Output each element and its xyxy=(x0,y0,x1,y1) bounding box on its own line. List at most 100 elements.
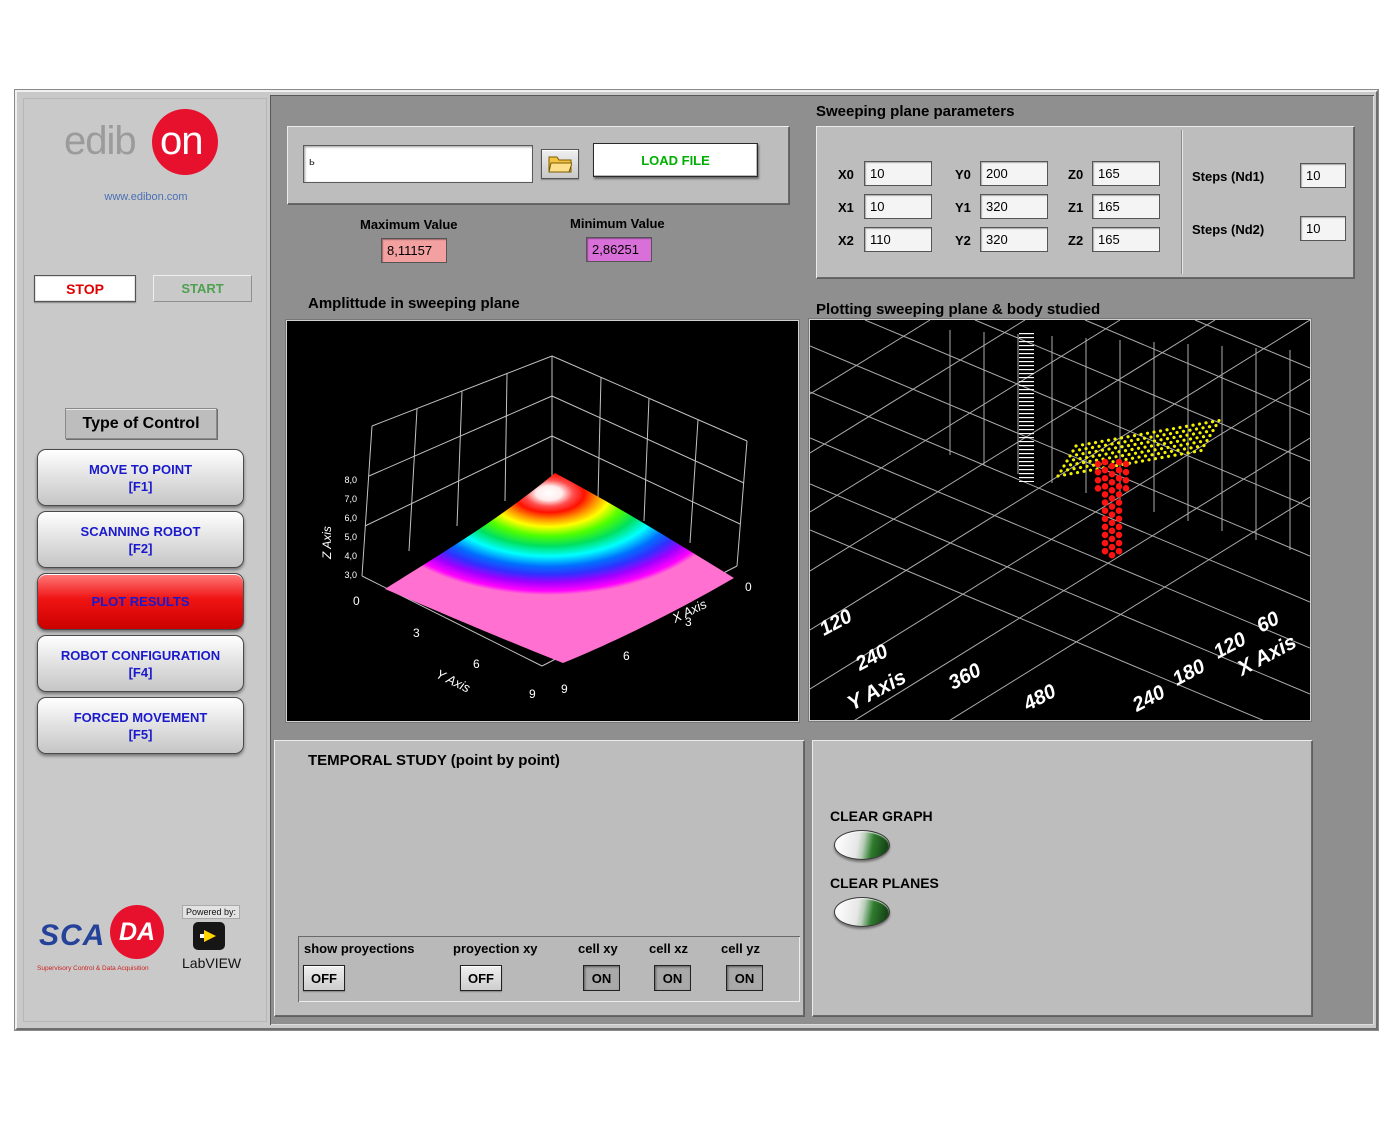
edibon-logo-text-on: on xyxy=(160,119,203,164)
param-z2-input[interactable] xyxy=(1092,227,1160,252)
svg-text:7,0: 7,0 xyxy=(344,494,357,504)
start-button[interactable]: START xyxy=(153,275,252,302)
cell-xy-toggle[interactable]: ON xyxy=(583,965,620,991)
edibon-logo: edib on xyxy=(24,109,268,189)
svg-text:180: 180 xyxy=(1169,655,1209,690)
labview-logo-icon xyxy=(192,921,226,951)
labview-logo xyxy=(192,921,226,951)
clear-graph-label: CLEAR GRAPH xyxy=(830,808,933,824)
temporal-study-panel: TEMPORAL STUDY (point by point) show pro… xyxy=(274,740,804,1016)
plotting-plot-panel[interactable]: 120 240 360 480 Y Axis 60 120 180 240 X … xyxy=(810,320,1310,720)
show-proyections-toggle[interactable]: OFF xyxy=(303,965,345,991)
plotting-plot-title: Plotting sweeping plane & body studied xyxy=(816,301,1100,318)
button-key: [F4] xyxy=(129,665,153,680)
type-of-control-label: Type of Control xyxy=(65,408,217,439)
svg-text:Y Axis: Y Axis xyxy=(844,666,910,716)
sidebar: edib on www.edibon.com STOP START Type o… xyxy=(23,98,267,1022)
clear-planes-label: CLEAR PLANES xyxy=(830,875,939,891)
scada-logo-text: SCA xyxy=(39,919,105,953)
sweep-params-panel: X0 Y0 Z0 X1 Y1 Z1 X2 Y2 Z2 Steps (Nd1) S… xyxy=(816,126,1354,278)
stop-button[interactable]: STOP xyxy=(34,275,136,302)
svg-text:60: 60 xyxy=(1253,608,1283,638)
minimum-value-readout: 2,86251 xyxy=(586,237,652,262)
param-x0-label: X0 xyxy=(838,167,854,182)
svg-text:5,0: 5,0 xyxy=(344,532,357,542)
svg-text:3,0: 3,0 xyxy=(344,570,357,580)
svg-text:120: 120 xyxy=(816,605,856,640)
svg-text:240: 240 xyxy=(851,640,892,676)
scada-branding: SCA DA Supervisory Control & Data Acquis… xyxy=(24,899,268,1014)
param-x1-input[interactable] xyxy=(864,194,932,219)
svg-text:3: 3 xyxy=(413,626,420,640)
param-z2-label: Z2 xyxy=(1068,233,1083,248)
proyection-xy-toggle[interactable]: OFF xyxy=(460,965,502,991)
param-x1-label: X1 xyxy=(838,200,854,215)
svg-text:9: 9 xyxy=(529,687,536,701)
plot-actions-panel: CLEAR GRAPH CLEAR PLANES xyxy=(812,740,1312,1016)
svg-text:480: 480 xyxy=(1019,680,1060,716)
main-content: ь LOAD FILE Maximum Value 8,11157 Minimu… xyxy=(270,95,1374,1025)
button-label: FORCED MOVEMENT xyxy=(74,710,208,725)
toggle-strip: show proyections OFF proyection xy OFF c… xyxy=(298,936,800,1002)
svg-text:240: 240 xyxy=(1128,681,1169,717)
param-y2-label: Y2 xyxy=(955,233,971,248)
temporal-study-title: TEMPORAL STUDY (point by point) xyxy=(308,752,560,769)
cell-xz-toggle[interactable]: ON xyxy=(654,965,691,991)
steps-nd2-input[interactable] xyxy=(1300,216,1346,241)
param-x2-input[interactable] xyxy=(864,227,932,252)
forced-movement-button[interactable]: FORCED MOVEMENT [F5] xyxy=(37,697,244,754)
param-y1-label: Y1 xyxy=(955,200,971,215)
edibon-logo-text: edib xyxy=(64,119,136,164)
steps-nd1-label: Steps (Nd1) xyxy=(1192,169,1264,184)
button-key: [F2] xyxy=(129,541,153,556)
robot-configuration-button[interactable]: ROBOT CONFIGURATION [F4] xyxy=(37,635,244,692)
labview-label: LabVIEW xyxy=(182,955,241,971)
file-path-input[interactable] xyxy=(303,145,533,183)
param-y0-input[interactable] xyxy=(980,161,1048,186)
file-loader-panel: ь LOAD FILE xyxy=(287,126,789,204)
button-label: SCANNING ROBOT xyxy=(81,524,201,539)
clear-planes-button[interactable] xyxy=(834,897,890,927)
amplitude-plot-panel[interactable]: 8,0 7,0 6,0 5,0 4,0 3,0 Z Axis 0 3 6 9 Y… xyxy=(287,321,798,721)
svg-text:6: 6 xyxy=(623,649,630,663)
edibon-website: www.edibon.com xyxy=(24,191,268,203)
scada-logo-da: DA xyxy=(119,918,155,947)
svg-text:6,0: 6,0 xyxy=(344,513,357,523)
cell-xy-label: cell xy xyxy=(578,941,618,956)
load-file-button[interactable]: LOAD FILE xyxy=(593,143,758,177)
clear-graph-button[interactable] xyxy=(834,830,890,860)
param-y1-input[interactable] xyxy=(980,194,1048,219)
svg-text:6: 6 xyxy=(473,657,480,671)
amplitude-surface xyxy=(385,473,734,663)
steps-nd1-input[interactable] xyxy=(1300,163,1346,188)
svg-text:8,0: 8,0 xyxy=(344,475,357,485)
maximum-value-readout: 8,11157 xyxy=(381,238,447,263)
maximum-value-label: Maximum Value xyxy=(360,217,458,232)
button-label: MOVE TO POINT xyxy=(89,462,192,477)
panel-divider xyxy=(1181,130,1183,274)
plot-results-button[interactable]: PLOT RESULTS xyxy=(37,573,244,630)
amplitude-3d-plot: 8,0 7,0 6,0 5,0 4,0 3,0 Z Axis 0 3 6 9 Y… xyxy=(287,321,798,721)
param-x2-label: X2 xyxy=(838,233,854,248)
scada-logo-circle: DA xyxy=(110,905,164,959)
cell-xz-label: cell xz xyxy=(649,941,688,956)
body-studied-points xyxy=(1098,462,1126,556)
svg-text:9: 9 xyxy=(561,682,568,696)
param-y2-input[interactable] xyxy=(980,227,1048,252)
move-to-point-button[interactable]: MOVE TO POINT [F1] xyxy=(37,449,244,506)
param-y0-label: Y0 xyxy=(955,167,971,182)
param-z1-label: Z1 xyxy=(1068,200,1083,215)
show-proyections-label: show proyections xyxy=(304,941,415,956)
param-z1-input[interactable] xyxy=(1092,194,1160,219)
minimum-value-label: Minimum Value xyxy=(570,216,665,231)
scanning-robot-button[interactable]: SCANNING ROBOT [F2] xyxy=(37,511,244,568)
sweeping-plane-points xyxy=(1058,420,1222,476)
cell-yz-toggle[interactable]: ON xyxy=(726,965,763,991)
svg-text:Y Axis: Y Axis xyxy=(434,666,473,696)
param-x0-input[interactable] xyxy=(864,161,932,186)
folder-icon xyxy=(548,155,572,173)
param-z0-label: Z0 xyxy=(1068,167,1083,182)
param-z0-input[interactable] xyxy=(1092,161,1160,186)
browse-button[interactable] xyxy=(541,149,579,179)
amplitude-plot-title: Amplittude in sweeping plane xyxy=(308,295,520,312)
